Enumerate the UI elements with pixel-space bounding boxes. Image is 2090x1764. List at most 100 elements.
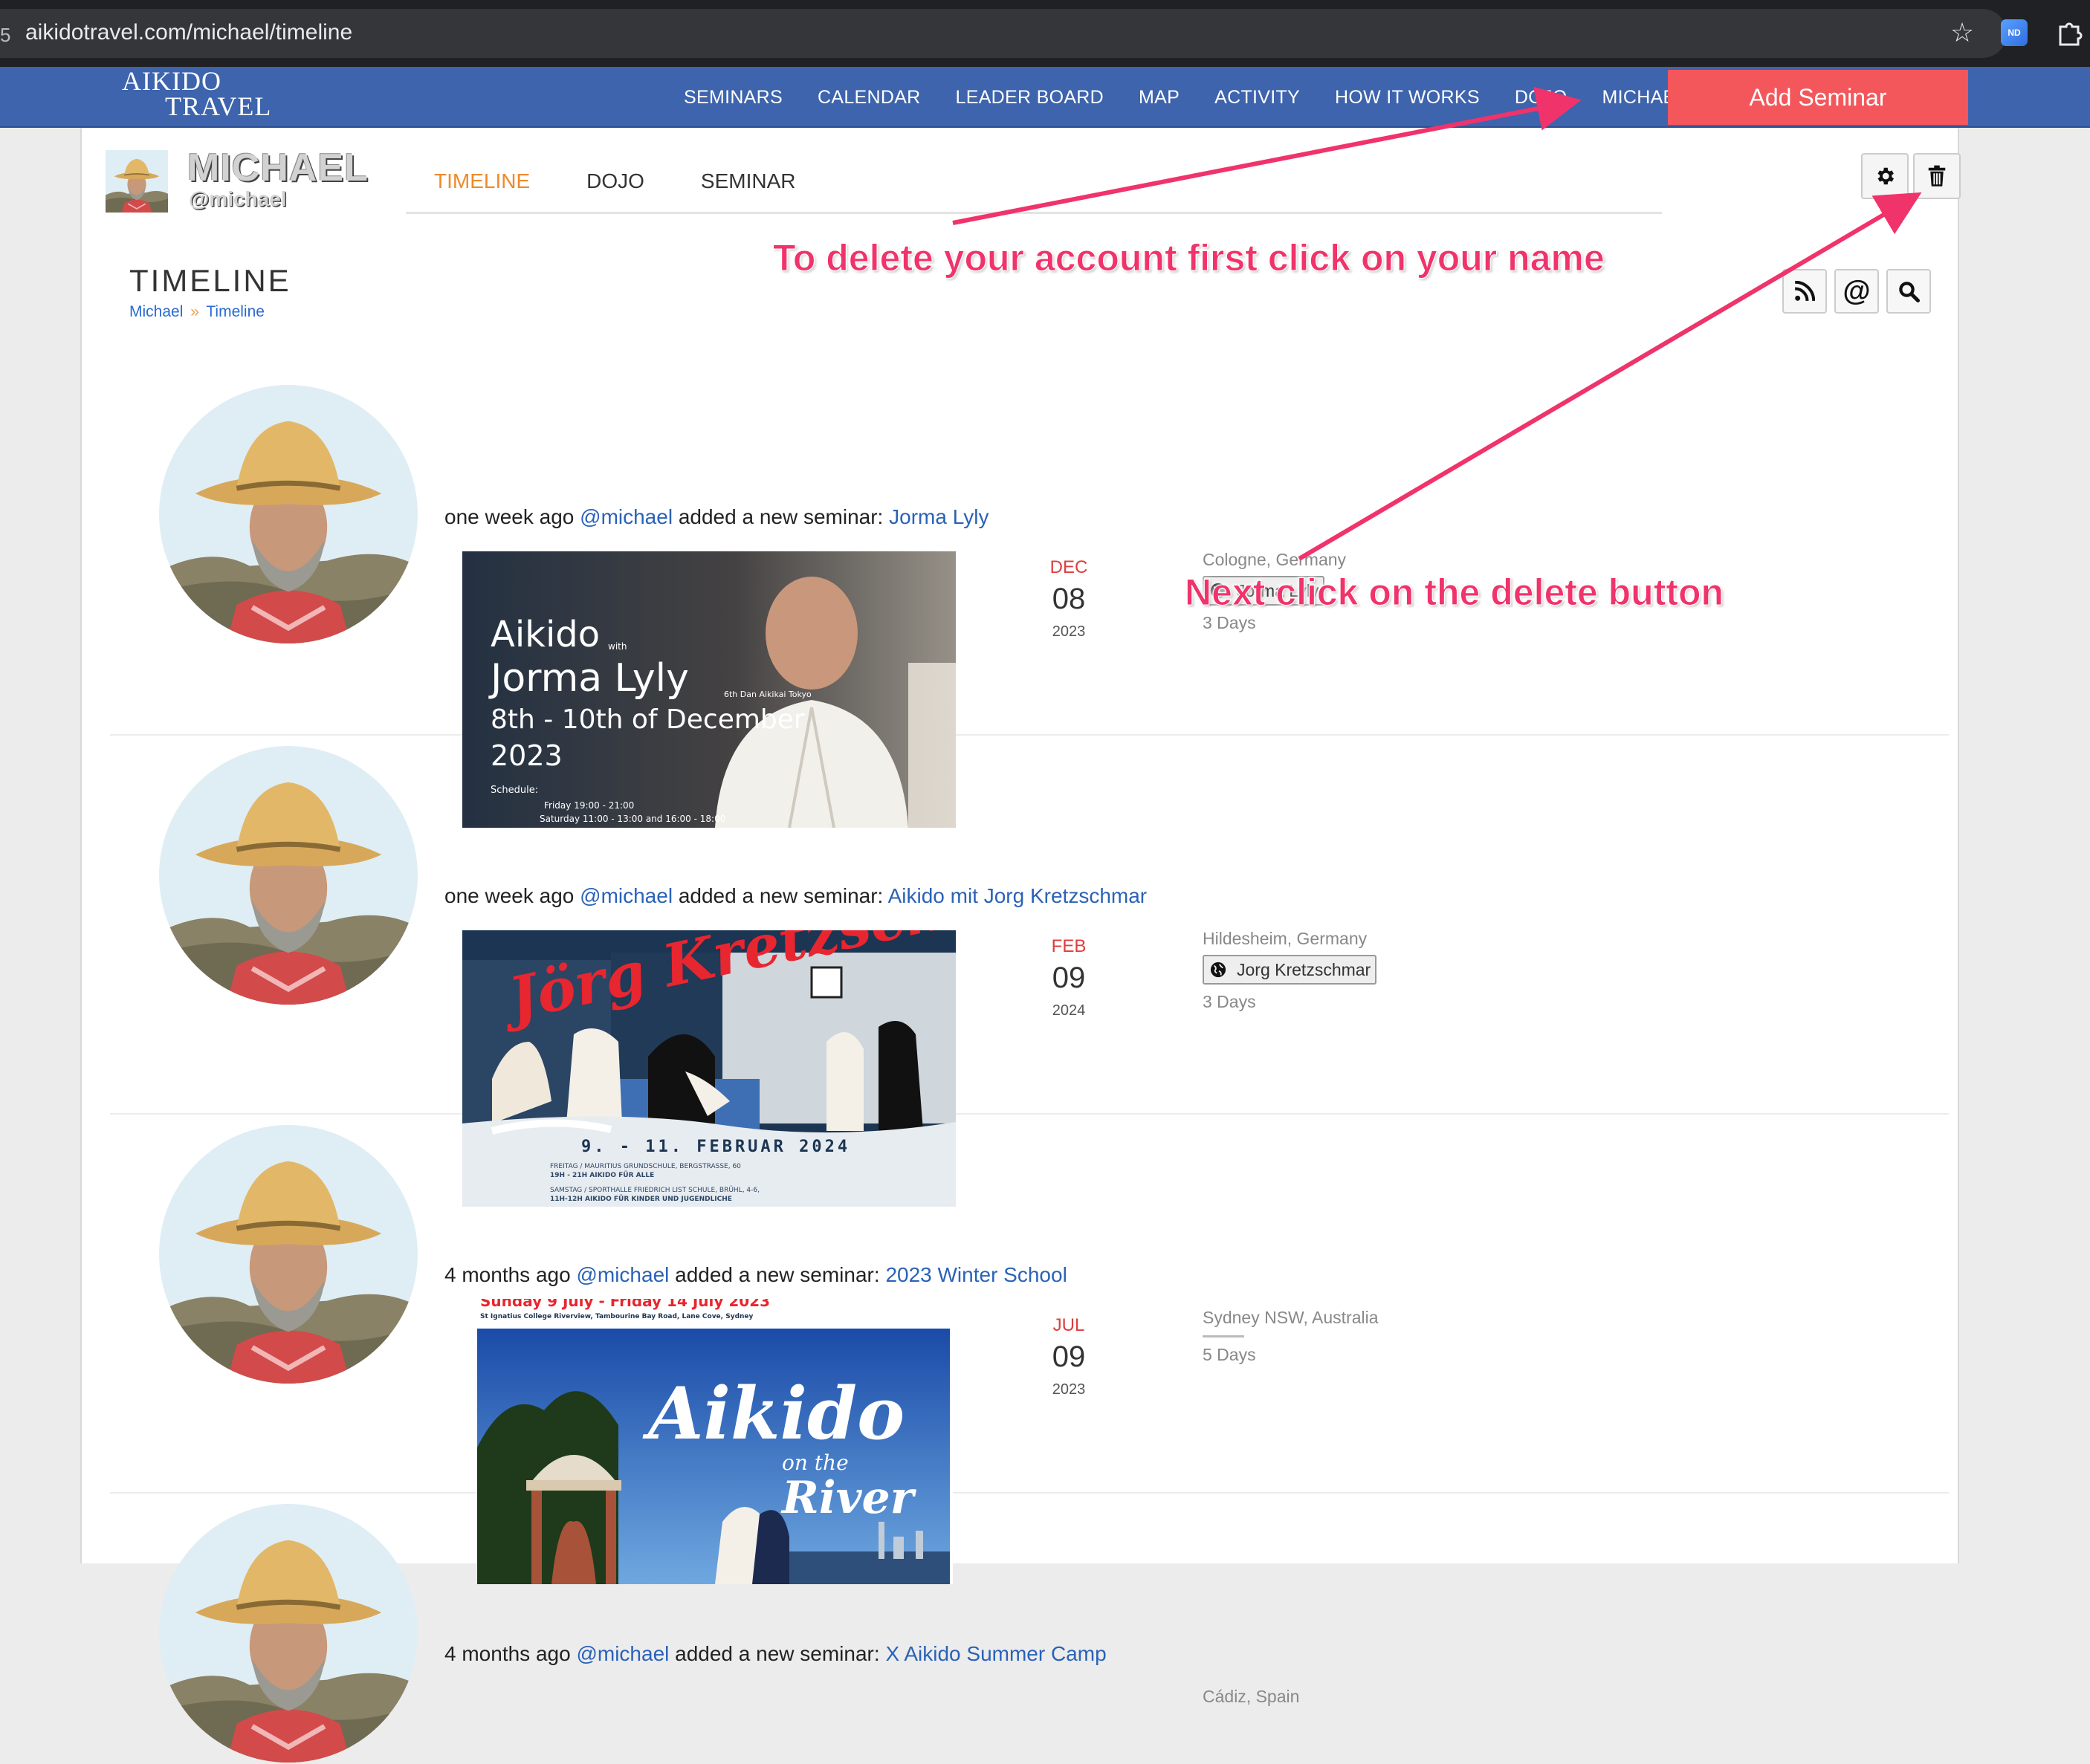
aikido-travel-logo[interactable]: AIKIDO TRAVEL [122, 66, 272, 121]
activity-action: added a new seminar: [678, 884, 884, 907]
seminar-duration: 5 Days [1203, 1345, 1256, 1364]
rss-button[interactable] [1782, 269, 1827, 314]
nav-seminars[interactable]: SEMINARS [684, 87, 783, 108]
at-icon: @ [1842, 275, 1871, 307]
timeline-entry: 4 months ago @michael added a new semina… [110, 1494, 1949, 1563]
trash-icon [1928, 165, 1946, 187]
user-avatar[interactable] [159, 745, 418, 1006]
nav-activity[interactable]: ACTIVITY [1214, 87, 1300, 108]
timeline-entry: one week ago @michael added a new semina… [110, 736, 1949, 1207]
seminar-location: Hildesheim, Germany [1203, 929, 1368, 948]
seminar-duration: 3 Days [1203, 992, 1256, 1011]
nav-how-it-works[interactable]: HOW IT WORKS [1335, 87, 1480, 108]
page-title: TIMELINE [129, 263, 291, 298]
user-avatar[interactable] [159, 1502, 418, 1764]
profile-handle[interactable]: @michael [189, 187, 287, 211]
seminar-date: JUL 09 2023 [1032, 1315, 1106, 1398]
browser-toolbar: 5 aikidotravel.com/michael/timeline ☆ ND [0, 0, 2090, 67]
extension-icon[interactable]: ND [2001, 19, 2028, 46]
date-month: JUL [1052, 1315, 1085, 1335]
user-avatar[interactable] [159, 1123, 418, 1385]
activity-text: 4 months ago @michael added a new semina… [444, 1263, 1067, 1287]
search-icon [1899, 282, 1920, 302]
nav-calendar[interactable]: CALENDAR [818, 87, 921, 108]
activity-action: added a new seminar: [675, 1642, 880, 1665]
tab-seminar[interactable]: SEMINAR [701, 169, 796, 212]
date-day: 09 [1052, 1340, 1086, 1373]
breadcrumb-separator: » [190, 303, 199, 320]
breadcrumb-michael[interactable]: Michael [129, 303, 183, 320]
seminar-location: Cádiz, Spain [1203, 1687, 1300, 1706]
seminar-date: FEB 09 2024 [1032, 936, 1106, 1019]
poster-dates: 8th - 10th of December [491, 704, 805, 735]
date-month: DEC [1049, 557, 1088, 577]
add-seminar-button[interactable]: Add Seminar [1668, 70, 1968, 125]
activity-user-link[interactable]: @michael [580, 505, 673, 528]
bookmark-star-icon[interactable]: ☆ [1946, 16, 1979, 49]
profile-tabs: TIMELINE DOJO SEMINAR [406, 169, 1662, 214]
annotation-click-name: To delete your account first click on yo… [773, 237, 1605, 279]
teacher-tag[interactable]: Jorg Kretzschmar [1203, 955, 1377, 985]
settings-button[interactable] [1861, 153, 1909, 199]
main-nav: SEMINARS CALENDAR LEADER BOARD MAP ACTIV… [684, 67, 1721, 128]
nav-map[interactable]: MAP [1139, 87, 1180, 108]
site-info-icon[interactable]: 5 [0, 24, 10, 47]
profile-name[interactable]: MICHAEL [187, 146, 369, 190]
timeline-entry: 4 months ago @michael added a new semina… [110, 1115, 1949, 1584]
activity-time: one week ago [444, 505, 575, 528]
poster-rank: 6th Dan Aikikai Tokyo [724, 690, 812, 699]
seminar-meta: Hildesheim, Germany Jorg Kretzschmar 3 D… [1203, 929, 1377, 1012]
seminar-location: Sydney NSW, Australia [1203, 1308, 1379, 1327]
seminar-meta: Cádiz, Spain [1203, 1687, 1299, 1707]
delete-account-button[interactable] [1913, 153, 1961, 199]
date-day: 08 [1052, 583, 1086, 615]
url-text[interactable]: aikidotravel.com/michael/timeline [25, 20, 352, 45]
breadcrumb: Michael » Timeline [129, 303, 265, 321]
activity-time: 4 months ago [444, 1642, 571, 1665]
address-bar[interactable]: 5 aikidotravel.com/michael/timeline ☆ [0, 9, 2007, 58]
profile-page: MICHAEL @michael TIMELINE DOJO SEMINAR T… [80, 128, 1961, 1584]
nav-dojo[interactable]: DOJO [1515, 87, 1568, 108]
activity-user-link[interactable]: @michael [576, 1263, 669, 1286]
rss-icon [1794, 281, 1815, 302]
timeline-entry: one week ago @michael added a new semina… [110, 377, 1949, 828]
teacher-name: Jorg Kretzschmar [1237, 959, 1371, 979]
date-year: 2024 [1052, 1002, 1086, 1019]
activity-time: 4 months ago [444, 1263, 571, 1286]
poster-with: with [608, 641, 627, 652]
seminar-link[interactable]: Jorma Lyly [889, 505, 989, 528]
tab-timeline[interactable]: TIMELINE [434, 169, 530, 212]
breadcrumb-timeline[interactable]: Timeline [206, 303, 265, 320]
extensions-puzzle-icon[interactable] [2054, 18, 2084, 48]
date-year: 2023 [1052, 623, 1086, 640]
date-month: FEB [1051, 936, 1087, 956]
globe-icon [1210, 962, 1226, 978]
gear-icon [1877, 167, 1894, 185]
activity-user-link[interactable]: @michael [576, 1642, 669, 1665]
activity-text: 4 months ago @michael added a new semina… [444, 1642, 1107, 1666]
poster-title: Aikido [642, 1372, 905, 1456]
poster-venue: St Ignatius College Riverview, Tambourin… [480, 1313, 754, 1320]
seminar-link[interactable]: Aikido mit Jorg Kretzschmar [888, 884, 1148, 907]
seminar-link[interactable]: X Aikido Summer Camp [885, 1642, 1106, 1665]
seminar-link[interactable]: 2023 Winter School [885, 1263, 1067, 1286]
activity-user-link[interactable]: @michael [580, 884, 673, 907]
logo-line-2: TRAVEL [165, 91, 272, 121]
activity-time: one week ago [444, 884, 575, 907]
date-year: 2023 [1052, 1381, 1086, 1398]
profile-avatar[interactable] [106, 150, 168, 213]
user-avatar[interactable] [159, 383, 418, 645]
tab-dojo[interactable]: DOJO [586, 169, 644, 212]
mentions-button[interactable]: @ [1834, 269, 1879, 314]
annotation-click-delete: Next click on the delete button [1184, 571, 1724, 614]
poster-aikido: Aikido [491, 614, 600, 655]
logo-line-1: AIKIDO [122, 66, 221, 96]
site-header: AIKIDO TRAVEL SEMINARS CALENDAR LEADER B… [0, 67, 2090, 128]
poster-top: Sunday 9 July - Friday 14 July 2023 [480, 1299, 770, 1310]
nav-leader-board[interactable]: LEADER BOARD [956, 87, 1104, 108]
activity-text: one week ago @michael added a new semina… [444, 505, 989, 529]
search-button[interactable] [1886, 269, 1931, 314]
date-day: 09 [1052, 962, 1086, 994]
seminar-duration: 3 Days [1203, 613, 1256, 632]
seminar-meta: Sydney NSW, Australia 5 Days [1203, 1308, 1379, 1365]
